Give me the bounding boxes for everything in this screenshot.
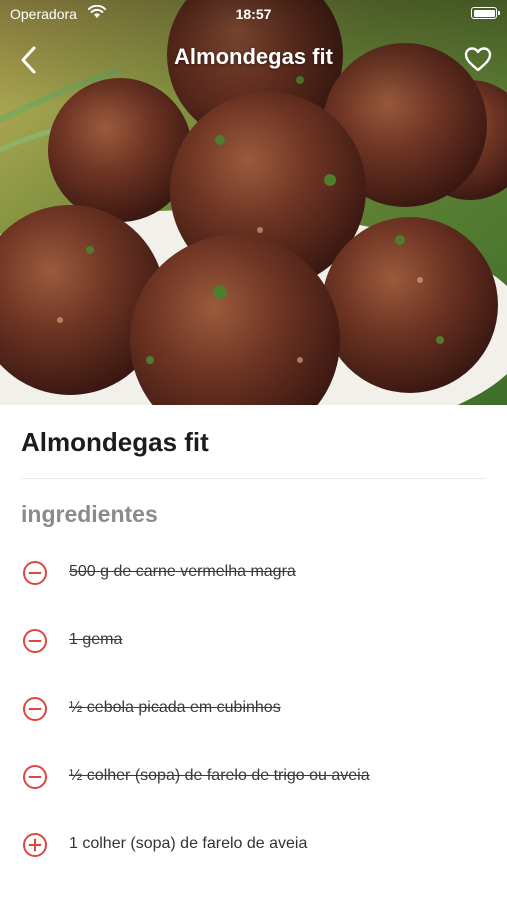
heart-outline-icon: [464, 47, 492, 72]
minus-circle-icon[interactable]: [22, 560, 48, 586]
nav-title: Almondegas fit: [174, 44, 333, 69]
battery-icon: [471, 7, 500, 19]
minus-circle-icon[interactable]: [22, 696, 48, 722]
minus-circle-icon[interactable]: [22, 764, 48, 790]
ingredient-text: ½ colher (sopa) de farelo de trigo ou av…: [69, 767, 370, 784]
recipe-title: Almondegas fit: [21, 427, 209, 457]
divider: [21, 478, 486, 479]
ingredient-row[interactable]: ½ cebola picada em cubinhos: [0, 686, 507, 754]
section-title-ingredients: ingredientes: [21, 501, 158, 527]
clock: 18:57: [235, 6, 272, 22]
ingredient-row[interactable]: ½ colher (sopa) de farelo de trigo ou av…: [0, 754, 507, 822]
recipe-detail-screen: Operadora 18:57 Almondegas fit Almondega…: [0, 0, 507, 900]
ingredient-list: 500 g de carne vermelha magra 1 gema ½ c…: [0, 550, 507, 890]
minus-circle-icon[interactable]: [22, 628, 48, 654]
ingredient-text: ½ cebola picada em cubinhos: [69, 699, 281, 716]
plus-circle-icon[interactable]: [22, 832, 48, 858]
ingredient-row[interactable]: 1 gema: [0, 618, 507, 686]
favorite-button[interactable]: [461, 42, 495, 76]
recipe-content: Almondegas fit ingredientes 500 g de car…: [0, 405, 507, 900]
ingredient-row[interactable]: 1 colher (sopa) de farelo de aveia: [0, 822, 507, 890]
status-bar: Operadora 18:57: [0, 0, 507, 28]
ingredient-text: 1 gema: [69, 631, 123, 648]
ingredient-text: 1 colher (sopa) de farelo de aveia: [69, 835, 308, 852]
ingredient-text: 500 g de carne vermelha magra: [69, 563, 296, 580]
ingredient-row[interactable]: 500 g de carne vermelha magra: [0, 550, 507, 618]
